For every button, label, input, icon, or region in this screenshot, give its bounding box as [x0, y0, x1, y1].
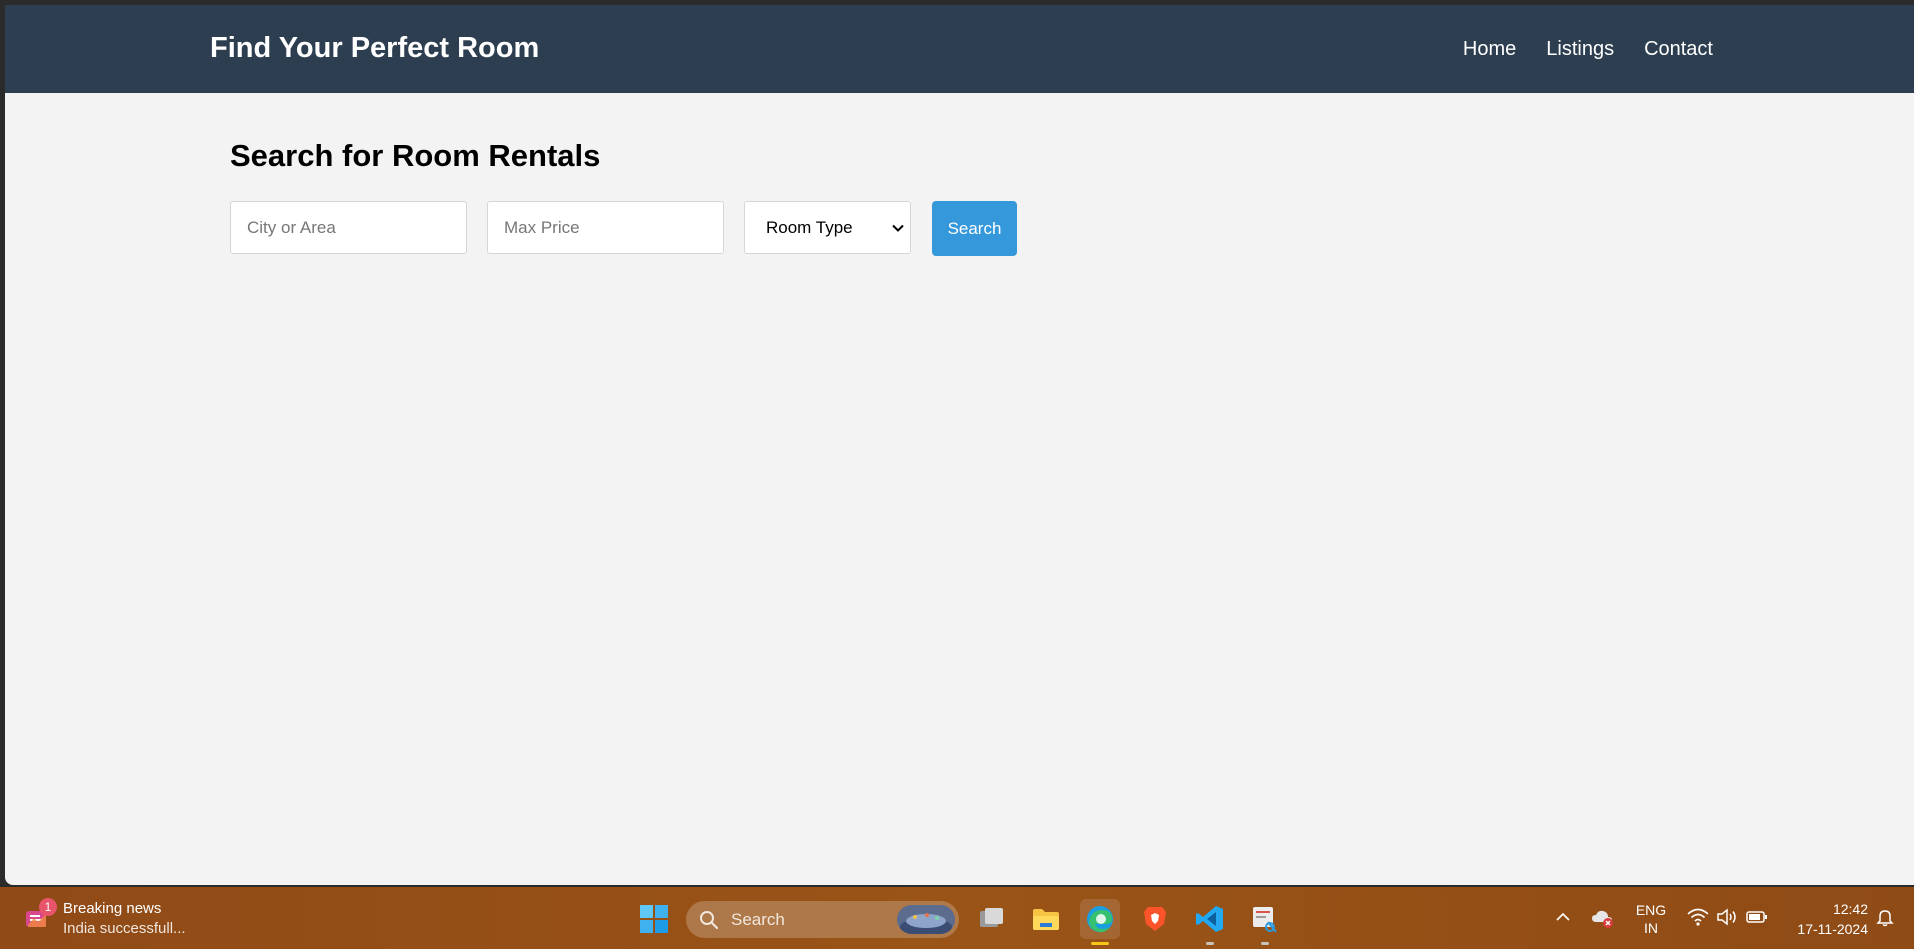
room-type-selected-value: Room Type [766, 218, 853, 237]
file-explorer-icon[interactable] [1026, 899, 1066, 939]
max-price-input[interactable] [487, 201, 724, 254]
onedrive-icon[interactable] [1591, 907, 1615, 929]
snipping-tool-icon[interactable] [1245, 899, 1285, 945]
battery-icon[interactable] [1746, 909, 1768, 925]
news-title: Breaking news [63, 900, 162, 917]
brave-icon[interactable] [1135, 899, 1175, 939]
search-icon [699, 910, 719, 930]
news-widget[interactable]: 1 Breaking news India successfull... [22, 898, 192, 939]
notification-badge: 1 [39, 898, 57, 916]
edge-icon[interactable] [1080, 899, 1120, 945]
system-clock[interactable]: 12:42 17-11-2024 [1782, 899, 1868, 939]
notification-bell-icon[interactable] [1875, 907, 1895, 927]
search-highlight-image [897, 905, 955, 934]
site-title: Find Your Perfect Room [210, 32, 540, 64]
room-type-select[interactable]: Room Type [744, 201, 911, 254]
chevron-up-icon[interactable] [1554, 908, 1572, 926]
chevron-down-icon [890, 220, 906, 236]
running-indicator [1261, 942, 1269, 945]
clock-time: 12:42 [1832, 901, 1868, 917]
city-input[interactable] [230, 201, 467, 254]
search-heading: Search for Room Rentals [230, 138, 601, 173]
running-indicator [1206, 942, 1214, 945]
taskbar: 1 Breaking news India successfull... Sea… [0, 887, 1914, 949]
language-indicator[interactable]: ENG IN [1634, 901, 1668, 937]
news-subtitle: India successfull... [63, 920, 186, 937]
region-code: IN [1644, 920, 1658, 936]
vscode-icon[interactable] [1190, 899, 1230, 945]
wifi-icon[interactable] [1687, 907, 1709, 927]
taskbar-search-label: Search [731, 910, 785, 929]
taskbar-search-box[interactable]: Search [686, 901, 959, 938]
active-indicator [1091, 942, 1109, 945]
search-button[interactable]: Search [932, 201, 1017, 256]
task-view-icon[interactable] [971, 899, 1011, 939]
nav-link-home[interactable]: Home [1463, 38, 1516, 61]
nav-link-contact[interactable]: Contact [1644, 38, 1713, 61]
browser-page: Find Your Perfect Room Home Listings Con… [5, 5, 1914, 885]
language-code: ENG [1635, 902, 1667, 918]
clock-date: 17-11-2024 [1797, 921, 1868, 937]
site-nav: Home Listings Contact [1463, 38, 1713, 61]
volume-icon[interactable] [1716, 907, 1738, 927]
desktop-screen: Find Your Perfect Room Home Listings Con… [0, 0, 1914, 949]
windows-start-icon[interactable] [634, 899, 674, 939]
nav-link-listings[interactable]: Listings [1546, 38, 1614, 61]
site-header: Find Your Perfect Room Home Listings Con… [5, 5, 1914, 93]
